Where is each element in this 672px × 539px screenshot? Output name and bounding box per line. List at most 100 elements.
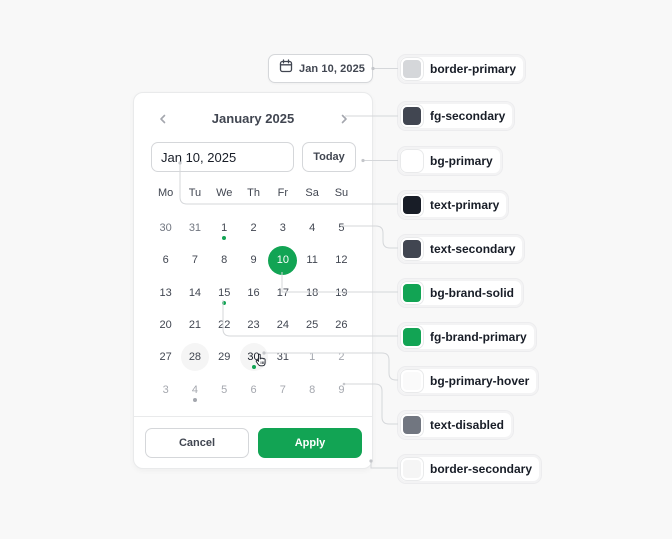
day-number: 4 <box>191 383 198 396</box>
day-number: 13 <box>159 286 172 299</box>
day-cell[interactable]: 28 <box>180 341 210 373</box>
day-number: 11 <box>306 254 318 267</box>
day-number: 21 <box>188 319 202 332</box>
day-number: 31 <box>276 351 289 364</box>
day-number: 24 <box>276 319 289 332</box>
token-label: fg-brand-primary <box>430 330 527 344</box>
day-cell[interactable]: 22 <box>210 309 239 341</box>
day-number: 7 <box>191 254 198 267</box>
color-swatch <box>401 282 423 304</box>
date-input[interactable]: Jan 10, 2025 <box>151 142 294 172</box>
token-chip-bg-primary-hover: bg-primary-hover <box>397 366 540 396</box>
day-cell[interactable]: 9 <box>327 373 356 405</box>
footer-divider <box>134 416 372 417</box>
day-cell[interactable]: 12 <box>327 244 356 276</box>
day-cell[interactable]: 26 <box>327 309 356 341</box>
calendar-icon <box>279 59 293 78</box>
day-number: 7 <box>279 383 286 396</box>
day-cell[interactable]: 16 <box>239 277 268 309</box>
days-grid: 30 31 1 2 3 4 5 6 7 8 9 10 11 12 13 14 15 16 17 18 19 20 21 22 2… <box>151 212 356 406</box>
day-cell[interactable]: 2 <box>239 212 268 244</box>
color-swatch <box>401 414 423 436</box>
weekday-label: Sa <box>305 187 319 199</box>
next-month-button[interactable] <box>332 107 356 131</box>
day-number: 30 <box>159 222 172 235</box>
today-button[interactable]: Today <box>302 142 356 172</box>
day-cell[interactable]: 13 <box>151 277 180 309</box>
day-cell[interactable]: 15 <box>210 277 239 309</box>
day-cell[interactable]: 2 <box>327 341 356 373</box>
day-cell[interactable]: 17 <box>268 277 297 309</box>
token-chip-text-primary: text-primary <box>397 190 510 220</box>
day-number: 1 <box>309 351 316 364</box>
day-cell[interactable]: 18 <box>297 277 326 309</box>
day-cell[interactable]: 14 <box>180 277 209 309</box>
token-label: bg-primary-hover <box>430 374 530 388</box>
day-cell[interactable]: 27 <box>151 341 180 373</box>
day-cell[interactable]: 1 <box>210 212 239 244</box>
day-number: 6 <box>250 383 257 396</box>
date-picker-trigger[interactable]: Jan 10, 2025 <box>268 54 373 83</box>
day-cell[interactable]: 7 <box>180 244 209 276</box>
connector-border-secondary <box>370 461 398 469</box>
day-number: 3 <box>162 383 169 396</box>
day-cell[interactable]: 4 <box>180 373 209 405</box>
day-cell[interactable]: 29 <box>210 341 239 373</box>
day-cell[interactable]: 8 <box>210 244 239 276</box>
day-cell[interactable]: 4 <box>297 212 326 244</box>
day-cell[interactable]: 5 <box>210 373 239 405</box>
token-label: bg-primary <box>430 154 493 168</box>
day-cell[interactable]: 11 <box>297 244 326 276</box>
token-label: border-primary <box>430 62 517 76</box>
color-swatch <box>401 370 423 392</box>
weekday-label: Fr <box>277 187 289 199</box>
day-cell[interactable]: 6 <box>239 373 268 405</box>
day-cell[interactable]: 6 <box>151 244 180 276</box>
day-number: 22 <box>218 319 231 332</box>
day-cell[interactable]: 5 <box>327 212 356 244</box>
day-cell[interactable]: 21 <box>180 309 209 341</box>
day-number: 5 <box>221 383 228 396</box>
color-swatch <box>401 326 423 348</box>
color-swatch <box>401 194 423 216</box>
day-cell[interactable]: 9 <box>239 244 268 276</box>
day-cell[interactable]: 31 <box>180 212 209 244</box>
token-chip-fg-secondary: fg-secondary <box>397 101 516 131</box>
color-swatch <box>401 58 423 80</box>
day-number: 2 <box>250 222 257 235</box>
token-chip-border-primary: border-primary <box>397 54 527 84</box>
day-cell-selected[interactable]: 10 <box>268 244 298 276</box>
day-cell[interactable]: 31 <box>268 341 297 373</box>
day-cell[interactable]: 1 <box>297 341 326 373</box>
day-cell[interactable]: 23 <box>239 309 268 341</box>
day-number: 17 <box>276 286 289 299</box>
day-cell[interactable]: 19 <box>327 277 356 309</box>
day-cell[interactable]: 8 <box>297 373 326 405</box>
cancel-button[interactable]: Cancel <box>145 428 249 458</box>
color-swatch <box>401 238 423 260</box>
weekday-label: Tu <box>188 187 202 199</box>
day-cell[interactable]: 24 <box>268 309 297 341</box>
day-number: 2 <box>338 351 345 364</box>
day-number: 8 <box>309 383 316 396</box>
color-swatch <box>401 458 423 480</box>
day-cell[interactable]: 3 <box>151 373 180 405</box>
day-number: 9 <box>338 383 345 396</box>
weekday-label: We <box>216 187 233 199</box>
calendar-header: January 2025 <box>134 107 372 131</box>
day-cell[interactable]: 7 <box>268 373 297 405</box>
day-cell[interactable]: 3 <box>268 212 297 244</box>
day-cell[interactable]: 25 <box>297 309 326 341</box>
day-number: 25 <box>306 319 319 332</box>
token-chip-fg-brand-primary: fg-brand-primary <box>397 322 537 352</box>
day-number: 14 <box>188 286 202 299</box>
trigger-date-label: Jan 10, 2025 <box>299 62 366 75</box>
weekday-header-row: Mo Tu We Th Fr Sa Su <box>151 187 356 199</box>
day-number: 8 <box>221 254 228 267</box>
day-cell[interactable]: 30 <box>151 212 180 244</box>
event-dot-indicator <box>192 397 197 402</box>
day-number: 31 <box>188 222 202 235</box>
day-cell[interactable]: 20 <box>151 309 180 341</box>
day-number: 6 <box>162 254 169 267</box>
apply-button[interactable]: Apply <box>258 428 362 458</box>
